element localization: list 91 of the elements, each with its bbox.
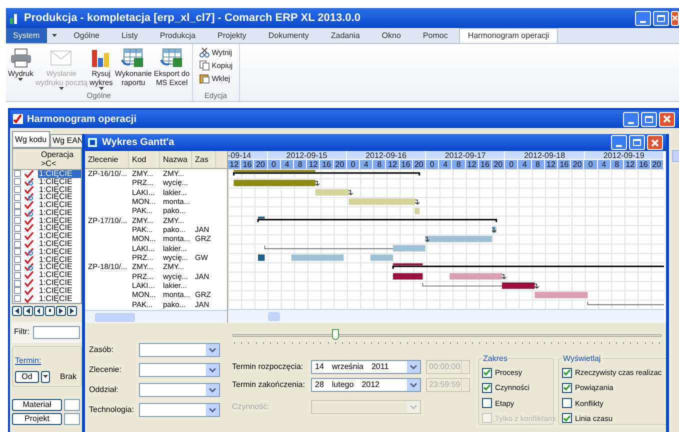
date-header: -09-14	[228, 151, 268, 159]
hour-header: 16	[478, 160, 492, 169]
hour-header: 20	[334, 160, 347, 169]
window-title: Wykres Gantt'a	[102, 136, 174, 150]
operation-cell[interactable]: 1:CIĘCIE	[38, 224, 81, 232]
hour-header: 0	[505, 160, 518, 169]
operation-cell[interactable]: 1:CIĘCIE	[38, 201, 81, 210]
menu-tab[interactable]: Zadania	[320, 28, 371, 43]
window-title: Produkcja - kompletacja [erp_xl_cl7] - Comarch ERP XL 2013.0.0	[24, 10, 360, 26]
menu-tab[interactable]: Harmonogram operacji	[458, 28, 558, 43]
hour-header: 12	[228, 160, 242, 169]
hour-header: 20	[650, 160, 664, 169]
date-header: 2012-09-17	[426, 151, 506, 159]
menu-tab[interactable]: Dokumenty	[257, 28, 320, 43]
hour-header: 0	[268, 160, 281, 169]
menu-tab[interactable]: Okno	[370, 28, 412, 43]
operation-cell[interactable]: 1:CIĘCIE	[38, 256, 81, 264]
menu-tab[interactable]: Produkcja	[148, 28, 206, 43]
hour-header: 4	[598, 160, 611, 169]
from-button[interactable]: Od	[15, 370, 39, 383]
hour-header: 16	[241, 160, 254, 169]
hour-header: 4	[360, 160, 374, 169]
operation-cell[interactable]: 1:CIĘCIE	[38, 178, 81, 186]
hour-header: 16	[320, 160, 334, 169]
operation-cell[interactable]: 1:CIĘCIE	[38, 286, 81, 295]
operation-cell[interactable]: 1:CIĘCIE	[38, 248, 81, 256]
operation-cell[interactable]: 1:CIĘCIE	[38, 186, 81, 194]
term-value: Brak	[60, 370, 76, 383]
date-label: Termin zakończenia:	[232, 379, 306, 391]
operation-cell[interactable]: 1:CIĘCIE	[38, 240, 81, 248]
filter-label: Filtr:	[14, 326, 30, 338]
operation-cell[interactable]: 1:CIĘCIE	[38, 232, 81, 240]
date-header: 2012-09-19	[584, 151, 664, 159]
menu-tab[interactable]: Pomoc	[412, 28, 459, 43]
window-title: Harmonogram operacji	[27, 112, 136, 126]
hour-header: 0	[584, 160, 598, 169]
date-header: 2012-09-16	[346, 151, 426, 159]
filter-label: Zlecenie:	[89, 364, 122, 376]
hour-header: 4	[439, 160, 452, 169]
operation-cell[interactable]: 1:CIĘCIE	[38, 279, 81, 288]
hour-header: 8	[452, 160, 466, 169]
action-button[interactable]: Projekt	[12, 412, 62, 425]
hour-header: 12	[544, 160, 558, 169]
hour-header: 20	[571, 160, 584, 169]
hour-header: 8	[532, 160, 545, 169]
hour-header: 16	[637, 160, 650, 169]
column-filter[interactable]: >C<	[41, 159, 81, 168]
operation-cell[interactable]: 1:CIĘCIE	[38, 208, 81, 217]
hour-header: 4	[280, 160, 294, 169]
date-header: 2012-09-18	[505, 151, 585, 159]
operation-cell[interactable]: 1:CIĘCIE	[38, 271, 81, 280]
menu-tab[interactable]: Ogólne	[62, 28, 110, 43]
hour-header: 12	[624, 160, 638, 169]
hour-header: 20	[412, 160, 426, 169]
hour-header: 16	[558, 160, 572, 169]
menu-tab[interactable]: Listy	[110, 28, 149, 43]
hour-header: 20	[492, 160, 506, 169]
date-picker[interactable]: 28 lutego 2012	[311, 378, 421, 392]
system-menu-button[interactable]: System	[6, 28, 47, 43]
action-button[interactable]: Materiał	[12, 398, 62, 411]
tab[interactable]: Wg kodu	[12, 131, 50, 148]
date-label: Termin rozpoczęcia:	[232, 361, 304, 373]
column-header[interactable]: Zas	[192, 151, 216, 168]
hour-header: 12	[307, 160, 320, 169]
hour-header: 0	[426, 160, 440, 169]
column-header[interactable]: Operacja	[41, 150, 81, 159]
date-picker[interactable]: 14 września 2011	[311, 360, 421, 374]
hour-header: 8	[294, 160, 308, 169]
operation-cell[interactable]: 1:CIĘCIE	[38, 216, 81, 225]
group-title: Wyświetlaj	[562, 353, 602, 365]
operation-cell[interactable]: 1:CIĘCIE	[38, 294, 81, 303]
hour-header: 16	[400, 160, 413, 169]
column-header[interactable]: Nazwa	[160, 151, 192, 168]
menu-tab[interactable]: Projekty	[206, 28, 258, 43]
column-header[interactable]: Kod	[129, 151, 160, 168]
hour-header: 12	[386, 160, 400, 169]
operation-cell[interactable]: 1:CIĘCIE	[38, 193, 81, 202]
column-header[interactable]: Zlecenie	[85, 151, 129, 168]
activity-label: Czynność:	[232, 401, 270, 413]
hour-header: 4	[518, 160, 532, 169]
filter-label: Oddział:	[89, 384, 120, 396]
hour-header: 8	[610, 160, 624, 169]
hour-header: 8	[373, 160, 386, 169]
filter-label: Technologia:	[89, 404, 135, 416]
hour-header: 12	[466, 160, 479, 169]
date-header: 2012-09-15	[268, 151, 347, 159]
hour-header: 20	[254, 160, 268, 169]
hour-header: 0	[346, 160, 360, 169]
filter-label: Zasób:	[89, 344, 114, 356]
term-label[interactable]: Termin:	[15, 356, 42, 365]
operation-cell[interactable]: 1:CIĘCIE	[38, 263, 81, 272]
